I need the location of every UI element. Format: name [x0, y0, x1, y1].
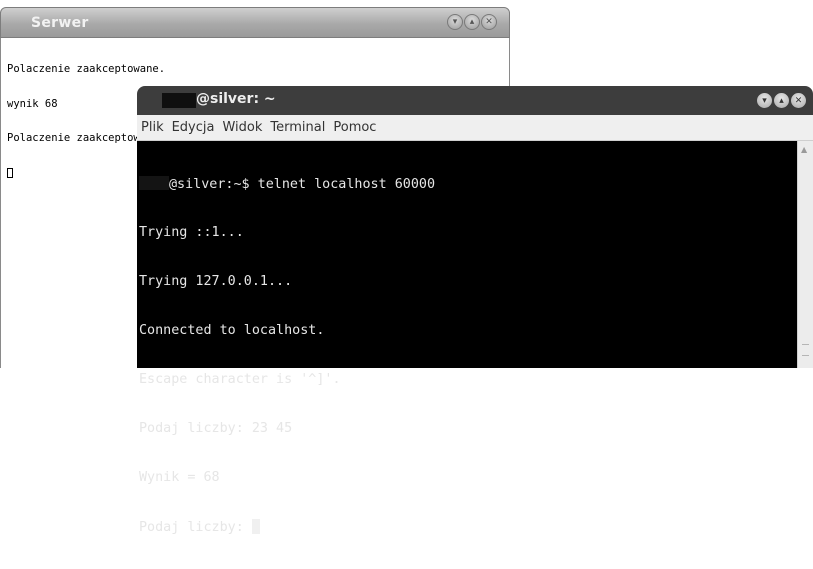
- menu-widok[interactable]: Widok: [222, 120, 262, 135]
- terminal-command: @silver:~$ telnet localhost 60000: [169, 176, 436, 192]
- menu-plik[interactable]: Plik: [141, 120, 164, 135]
- terminal-scrollbar[interactable]: ▲: [797, 141, 813, 368]
- terminal-line: Trying ::1...: [139, 225, 244, 241]
- terminal-line: Podaj liczby: 23 45: [139, 421, 293, 437]
- terminal-line: Connected to localhost.: [139, 323, 325, 339]
- scroll-up-arrow-icon[interactable]: ▲: [801, 145, 807, 154]
- terminal-menubar: Plik Edycja Widok Terminal Pomoc: [137, 115, 813, 141]
- terminal-input-line[interactable]: Podaj liczby:: [139, 518, 435, 536]
- close-icon[interactable]: ✕: [481, 14, 497, 30]
- serwer-titlebar[interactable]: Serwer ▾ ▴ ✕: [0, 7, 510, 38]
- redacted-username: [139, 175, 169, 190]
- maximize-icon[interactable]: ▴: [464, 14, 480, 30]
- text-cursor: [7, 167, 13, 178]
- serwer-line: Polaczenie zaakceptowane.: [7, 63, 166, 75]
- scrollbar-grip[interactable]: [802, 344, 809, 356]
- terminal-line: Wynik = 68: [139, 469, 220, 485]
- serwer-window-controls: ▾ ▴ ✕: [446, 14, 497, 30]
- terminal-output: @silver:~$ telnet localhost 60000 Trying…: [139, 143, 435, 569]
- redacted-username: [162, 93, 196, 108]
- terminal-window-controls: ▾ ▴ ✕: [757, 93, 806, 108]
- terminal-line: Trying 127.0.0.1...: [139, 274, 293, 290]
- serwer-title: Serwer: [31, 15, 89, 31]
- text-cursor: [251, 518, 260, 534]
- minimize-icon[interactable]: ▾: [447, 14, 463, 30]
- terminal-line: Escape character is '^]'.: [139, 372, 341, 388]
- terminal-prompt-line: @silver:~$ telnet localhost 60000: [139, 175, 436, 193]
- terminal-window[interactable]: @silver: ~ ▾ ▴ ✕ Plik Edycja Widok Termi…: [137, 86, 813, 535]
- close-icon[interactable]: ✕: [791, 93, 806, 108]
- terminal-title: @silver: ~: [196, 91, 276, 107]
- menu-pomoc[interactable]: Pomoc: [333, 120, 376, 135]
- terminal-titlebar[interactable]: @silver: ~ ▾ ▴ ✕: [137, 86, 813, 115]
- menu-edycja[interactable]: Edycja: [172, 120, 215, 135]
- menu-terminal[interactable]: Terminal: [270, 120, 325, 135]
- minimize-icon[interactable]: ▾: [757, 93, 772, 108]
- maximize-icon[interactable]: ▴: [774, 93, 789, 108]
- terminal-last-prompt: Podaj liczby:: [139, 519, 252, 535]
- terminal-output-area[interactable]: @silver:~$ telnet localhost 60000 Trying…: [137, 141, 797, 535]
